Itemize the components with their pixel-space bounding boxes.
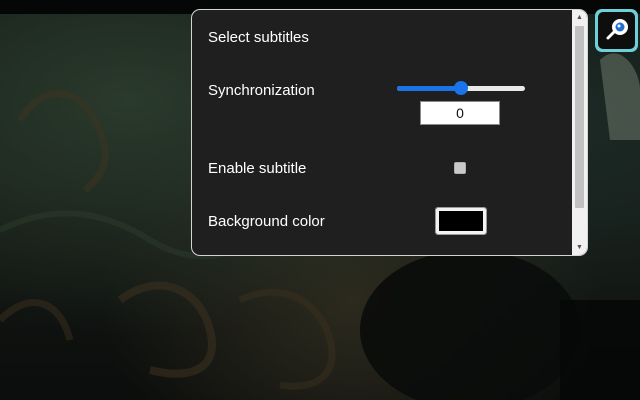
subtitle-settings-panel: Select subtitles Synchronization 0 Enabl… [191, 9, 588, 256]
enable-subtitle-label: Enable subtitle [208, 160, 307, 177]
synchronization-label: Synchronization [208, 82, 315, 99]
background-color-picker[interactable] [435, 207, 487, 235]
enable-subtitle-checkbox[interactable] [454, 162, 466, 174]
panel-scrollbar[interactable]: ▲ ▼ [572, 10, 587, 255]
triangle-down-icon[interactable]: ▼ [572, 240, 587, 255]
triangle-up-icon[interactable]: ▲ [572, 10, 587, 25]
sync-offset-input[interactable]: 0 [420, 101, 500, 125]
sync-slider-fill [397, 86, 461, 91]
scrollbar-thumb[interactable] [575, 26, 584, 208]
extension-button[interactable] [595, 9, 638, 52]
subtitle-extension-icon [598, 12, 635, 49]
sync-slider-thumb[interactable] [454, 81, 468, 95]
panel-title: Select subtitles [208, 29, 309, 46]
background-color-label: Background color [208, 213, 325, 230]
